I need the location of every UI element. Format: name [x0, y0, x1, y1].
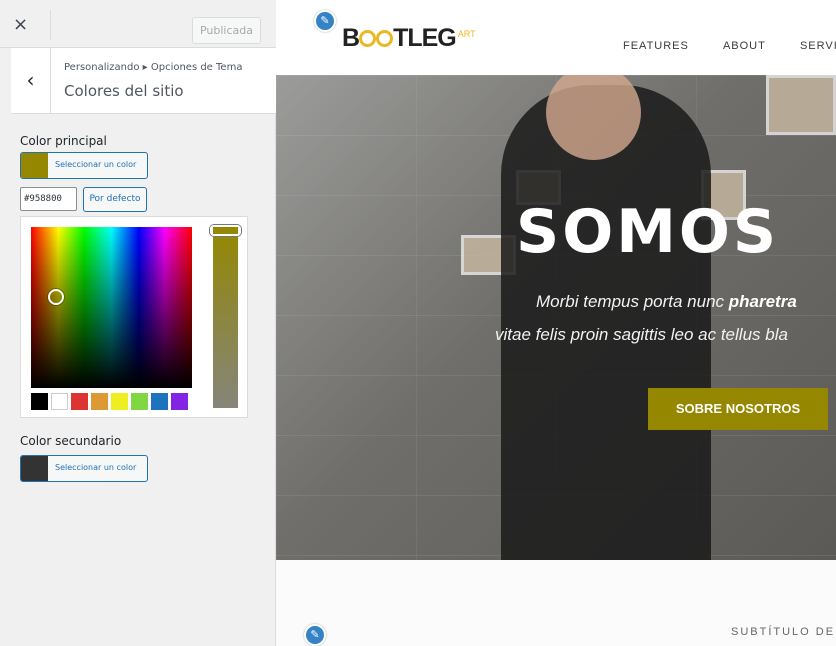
nav-item-services[interactable]: SERVICE: [800, 40, 836, 52]
palette-swatch[interactable]: [51, 393, 68, 410]
hero-text-line-1: Morbi tempus porta nunc pharetra: [536, 292, 797, 312]
palette-swatch[interactable]: [111, 393, 128, 410]
nav-item-about[interactable]: ABOUT: [723, 40, 766, 52]
secondary-color-swatch: [21, 456, 48, 481]
color-spectrum[interactable]: [31, 227, 192, 388]
section-header: ‹ Personalizando ▸ Opciones de Tema Colo…: [11, 48, 276, 114]
spectrum-handle[interactable]: [48, 289, 64, 305]
secondary-color-label: Color secundario: [20, 434, 122, 448]
palette-swatch[interactable]: [31, 393, 48, 410]
site-preview: ✎ B TLEGART FEATURES ABOUT SERVICE SOMOS …: [276, 0, 836, 646]
close-icon[interactable]: ×: [11, 10, 51, 40]
primary-color-select-label: Seleccionar un color: [55, 160, 137, 169]
palette-swatch[interactable]: [71, 393, 88, 410]
primary-color-select-button[interactable]: Seleccionar un color: [20, 152, 148, 179]
breadcrumb: Personalizando ▸ Opciones de Tema: [64, 62, 243, 73]
palette-swatch[interactable]: [151, 393, 168, 410]
logo-text-end: TLEG: [393, 24, 457, 52]
primary-hex-input[interactable]: [20, 187, 77, 211]
saturation-slider-handle[interactable]: [210, 225, 241, 236]
back-chevron-icon[interactable]: ‹: [11, 48, 51, 114]
secondary-color-select-button[interactable]: Seleccionar un color: [20, 455, 148, 482]
hero-text-bold: pharetra: [728, 292, 797, 311]
publish-button[interactable]: Publicada: [192, 17, 261, 44]
edit-section-pencil-icon[interactable]: ✎: [304, 624, 326, 646]
next-section: ✎ SUBTÍTULO DE: [276, 560, 836, 646]
secondary-color-select-label: Seleccionar un color: [55, 463, 137, 472]
primary-color-swatch: [21, 153, 48, 178]
palette-swatch[interactable]: [171, 393, 188, 410]
site-logo[interactable]: B TLEG ART: [342, 24, 476, 53]
main-nav: FEATURES ABOUT SERVICE: [623, 34, 836, 53]
edit-logo-pencil-icon[interactable]: ✎: [314, 10, 336, 32]
saturation-slider[interactable]: [210, 225, 241, 408]
hero-title: SOMOS: [516, 197, 780, 267]
nav-item-features[interactable]: FEATURES: [623, 40, 689, 52]
default-color-button[interactable]: Por defecto: [83, 187, 147, 212]
hero-cta-button[interactable]: SOBRE NOSOTROS: [648, 388, 828, 430]
logo-text-start: B: [342, 24, 360, 52]
customizer-header: × Publicada: [0, 0, 276, 48]
hero-text-regular: Morbi tempus porta nunc: [536, 292, 729, 311]
hero-text-line-2: vitae felis proin sagittis leo ac tellus…: [495, 325, 788, 344]
section-title: Colores del sitio: [64, 82, 184, 100]
palette-swatch[interactable]: [91, 393, 108, 410]
palette-swatch[interactable]: [131, 393, 148, 410]
logo-o-ring-icon: [359, 30, 377, 47]
customizer-panel: × Publicada ‹ Personalizando ▸ Opciones …: [0, 0, 276, 646]
logo-suffix: ART: [457, 28, 476, 39]
site-header: ✎ B TLEGART FEATURES ABOUT SERVICE: [276, 0, 836, 75]
wall-photo: [766, 75, 836, 135]
primary-color-label: Color principal: [20, 134, 107, 148]
logo-o-ring-icon: [376, 30, 394, 47]
hero-section: SOMOS Morbi tempus porta nunc pharetra v…: [276, 75, 836, 560]
section-subtitle: SUBTÍTULO DE: [731, 626, 836, 638]
color-picker: [20, 216, 248, 418]
